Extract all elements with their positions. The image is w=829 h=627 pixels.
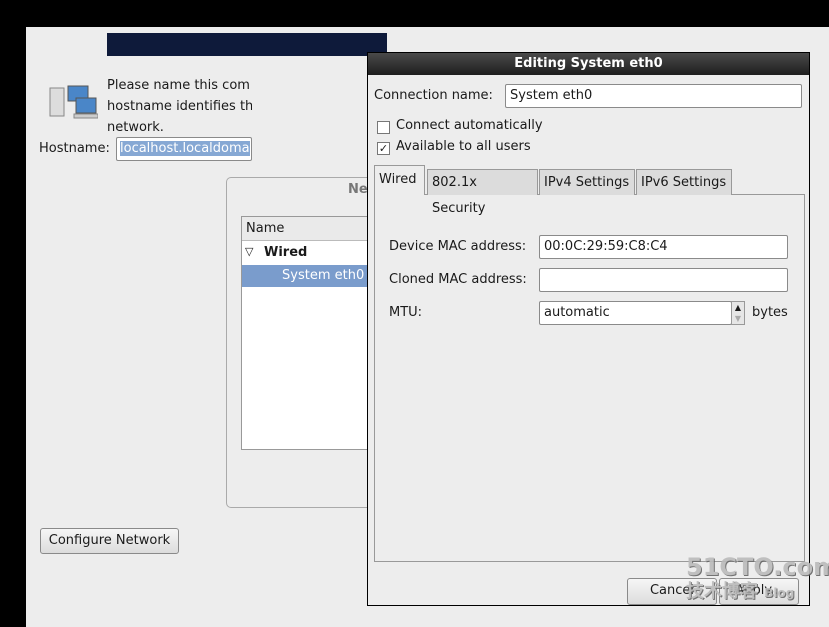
list-header-name[interactable]: Name [242, 217, 381, 241]
tab-wired[interactable]: Wired [374, 165, 425, 195]
description-line: hostname identifies th [107, 99, 252, 114]
mtu-label: MTU: [389, 305, 423, 320]
network-computers-icon [48, 84, 99, 120]
connect-automatically-label[interactable]: Connect automatically [396, 118, 543, 133]
connection-name-input[interactable]: System eth0 [505, 84, 802, 108]
watermark-line2: 技术博客 Blog [686, 581, 829, 604]
spin-up-icon[interactable]: ▲ [732, 302, 744, 313]
cloned-mac-label: Cloned MAC address: [389, 272, 527, 287]
watermark-blog: Blog [764, 586, 795, 600]
header-banner [107, 33, 387, 56]
description-line: Please name this com [107, 78, 250, 93]
hostname-description: Please name this com hostname identifies… [107, 75, 252, 138]
device-mac-input[interactable]: 00:0C:29:59:C8:C4 [539, 235, 788, 259]
description-line: network. [107, 120, 164, 135]
mtu-spin-buttons[interactable]: ▲ ▼ [731, 301, 745, 325]
configure-network-button[interactable]: Configure Network [40, 528, 179, 554]
list-group-wired[interactable]: Wired [264, 245, 307, 260]
spin-down-icon[interactable]: ▼ [732, 313, 744, 324]
watermark-logo: 51CTO.com 技术博客 Blog [686, 553, 829, 604]
connection-name-label: Connection name: [374, 88, 493, 103]
tab-ipv6-settings[interactable]: IPv6 Settings [636, 169, 732, 195]
edit-connection-dialog: Editing System eth0 Connection name: Sys… [367, 52, 810, 606]
mtu-input[interactable]: automatic [539, 301, 732, 325]
cloned-mac-input[interactable] [539, 268, 788, 292]
available-all-users-checkbox[interactable]: ✓ [377, 142, 390, 155]
watermark-cn: 技术博客 [686, 581, 758, 602]
connect-automatically-checkbox[interactable] [377, 121, 390, 134]
hostname-input[interactable]: localhost.localdoma [116, 137, 252, 161]
hostname-value: localhost.localdoma [120, 141, 250, 156]
check-icon: ✓ [378, 142, 389, 155]
hostname-label: Hostname: [39, 141, 110, 156]
tab-ipv4-settings[interactable]: IPv4 Settings [539, 169, 635, 195]
tab-8021x-security[interactable]: 802.1x Security [427, 169, 538, 216]
connection-list[interactable] [241, 216, 383, 450]
watermark-line1: 51CTO.com [686, 553, 829, 581]
dialog-title: Editing System eth0 [368, 53, 809, 75]
available-all-users-label[interactable]: Available to all users [396, 139, 531, 154]
list-item-system-eth0[interactable]: System eth0 [242, 265, 381, 287]
expander-triangle-icon[interactable]: ▽ [245, 245, 253, 258]
device-mac-label: Device MAC address: [389, 239, 527, 254]
mtu-unit: bytes [752, 305, 788, 320]
network-panel-title: Ne [348, 182, 368, 197]
